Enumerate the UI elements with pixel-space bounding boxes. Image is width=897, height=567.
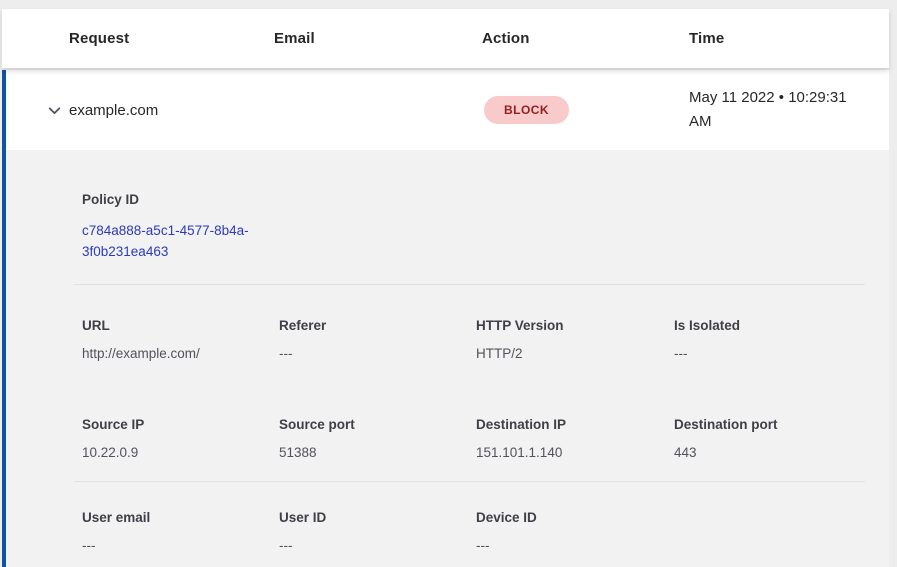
table-header: Request Email Action Time — [2, 9, 889, 68]
field-http-version: HTTP Version HTTP/2 — [470, 318, 668, 361]
field-destination-ip: Destination IP 151.101.1.140 — [470, 417, 668, 460]
row-action-cell: BLOCK — [482, 96, 689, 124]
field-user-email: User email --- — [76, 510, 273, 553]
column-header-time: Time — [689, 30, 889, 47]
field-device-id: Device ID --- — [470, 510, 668, 553]
column-header-email: Email — [274, 30, 482, 47]
field-source-port: Source port 51388 — [273, 417, 470, 460]
policy-section: Policy ID c784a888-a5c1-4577-8b4a-3f0b23… — [76, 192, 865, 262]
divider — [74, 481, 865, 482]
table-row[interactable]: example.com BLOCK May 11 2022 • 10:29:31… — [2, 70, 889, 150]
policy-id-label: Policy ID — [76, 192, 865, 207]
field-referer: Referer --- — [273, 318, 470, 361]
field-url: URL http://example.com/ — [76, 318, 273, 361]
row-request-value: example.com — [69, 102, 274, 119]
divider — [74, 284, 865, 285]
detail-row-http: URL http://example.com/ Referer --- HTTP… — [76, 318, 865, 361]
policy-id-link[interactable]: c784a888-a5c1-4577-8b4a-3f0b231ea463 — [82, 220, 282, 262]
field-destination-port: Destination port 443 — [668, 417, 865, 460]
detail-row-user: User email --- User ID --- Device ID --- — [76, 510, 865, 553]
field-user-id: User ID --- — [273, 510, 470, 553]
field-is-isolated: Is Isolated --- — [668, 318, 865, 361]
column-header-action: Action — [482, 30, 689, 47]
status-badge-block: BLOCK — [484, 96, 569, 124]
chevron-down-icon — [46, 102, 63, 119]
field-source-ip: Source IP 10.22.0.9 — [76, 417, 273, 460]
row-detail-panel: Policy ID c784a888-a5c1-4577-8b4a-3f0b23… — [2, 150, 889, 567]
row-expand-toggle[interactable] — [6, 102, 69, 119]
column-header-request: Request — [69, 30, 274, 47]
detail-row-network: Source IP 10.22.0.9 Source port 51388 De… — [76, 417, 865, 460]
log-table: Request Email Action Time example.com BL… — [2, 9, 889, 567]
row-time-value: May 11 2022 • 10:29:31 AM — [689, 86, 889, 134]
